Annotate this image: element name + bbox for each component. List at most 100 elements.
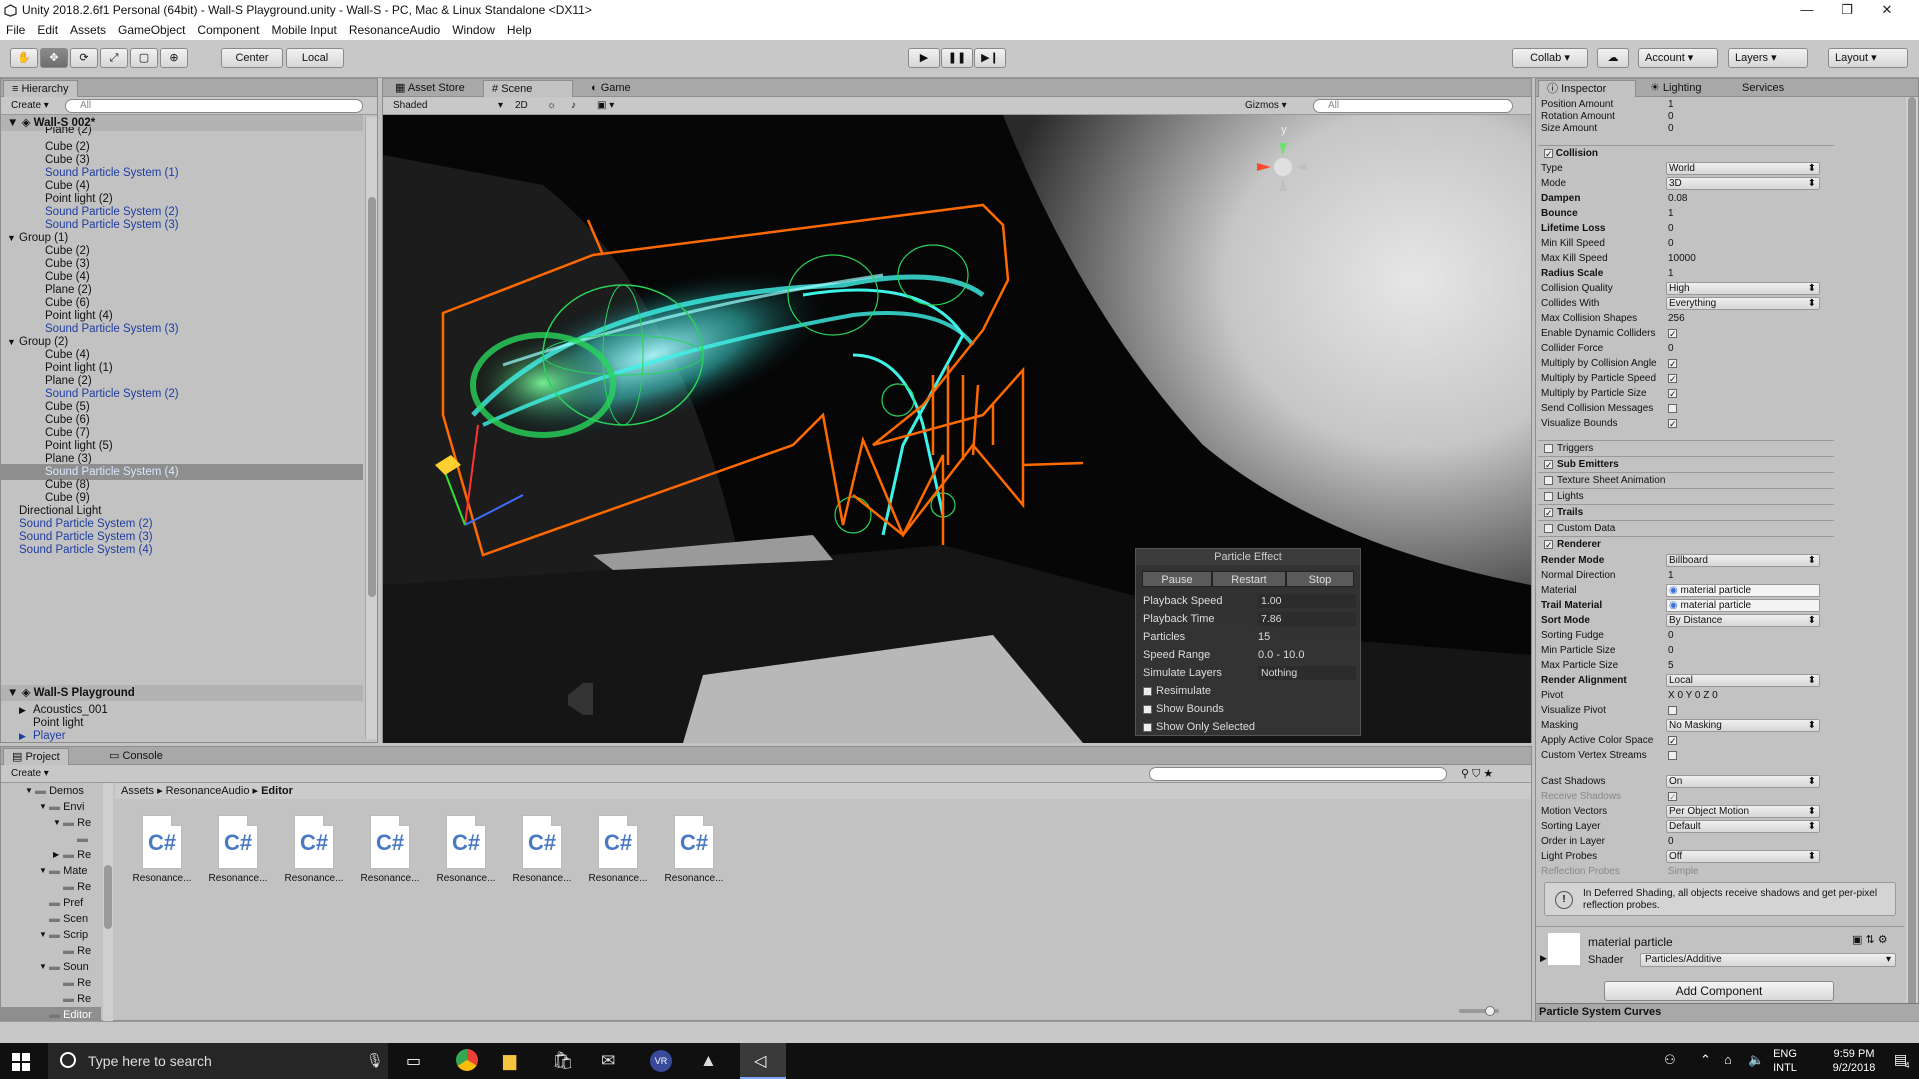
windows-start-icon[interactable] <box>12 1053 30 1071</box>
inspector-field[interactable]: Receive Shadows ✓ <box>1541 789 1826 804</box>
field-checkbox[interactable]: ✓ <box>1666 371 1820 386</box>
inspector-field[interactable]: Trail Material ◉ material particle <box>1541 598 1826 613</box>
field-value[interactable]: 10000 <box>1666 251 1820 266</box>
script-file-item[interactable]: C# Resonance... <box>278 815 350 884</box>
scene-search-input[interactable]: All <box>1313 99 1513 113</box>
tab-inspector[interactable]: ⓘ Inspector <box>1538 80 1636 97</box>
field-value[interactable]: 1 <box>1666 206 1820 221</box>
field-dropdown[interactable]: High ⬍ <box>1666 282 1820 295</box>
object-field[interactable]: ◉ material particle <box>1666 584 1820 597</box>
icon-size-slider[interactable] <box>1459 1006 1499 1016</box>
inspector-field[interactable]: Masking No Masking ⬍ <box>1541 718 1826 733</box>
inspector-field[interactable]: Multiply by Particle Speed ✓ <box>1541 371 1826 386</box>
inspector-field[interactable]: Max Kill Speed 10000 <box>1541 251 1826 266</box>
tab-hierarchy[interactable]: ≡ Hierarchy <box>3 80 78 97</box>
field-checkbox[interactable]: ✓ <box>1666 386 1820 401</box>
list-item[interactable]: Sound Particle System (4) <box>1 542 363 558</box>
particle-effect-check[interactable]: Show Bounds <box>1143 700 1348 718</box>
field-value[interactable]: 0 <box>1666 121 1820 136</box>
field-value[interactable]: 0 <box>1666 221 1820 236</box>
project-folder-item[interactable]: ▬ Pref <box>1 895 101 911</box>
particle-restart-button[interactable]: Restart <box>1212 571 1286 587</box>
checkbox[interactable]: ✓ <box>1668 358 1677 368</box>
project-folder-item[interactable]: ▼ ▬ Re <box>1 815 101 831</box>
transform-tool-button[interactable]: ⊕ <box>160 48 188 68</box>
field-dropdown[interactable]: Billboard ⬍ <box>1666 554 1820 567</box>
menu-item-mobile-input[interactable]: Mobile Input <box>265 20 342 40</box>
step-button[interactable]: ▶❙ <box>974 48 1006 68</box>
inspector-field[interactable]: Max Particle Size 5 <box>1541 658 1826 673</box>
store-taskbar-icon[interactable]: 🛍 <box>552 1051 574 1071</box>
tab-scene[interactable]: # Scene <box>483 80 573 97</box>
inspector-field[interactable]: Multiply by Collision Angle ✓ <box>1541 356 1826 371</box>
pause-button[interactable]: ❚❚ <box>941 48 973 68</box>
inspector-field[interactable]: Sort Mode By Distance ⬍ <box>1541 613 1826 628</box>
field-value[interactable]: 0 <box>1666 643 1820 658</box>
people-icon[interactable]: ⚇ <box>1664 1052 1676 1068</box>
project-create-dropdown[interactable]: Create ▾ <box>7 767 53 781</box>
clock[interactable]: 9:59 PM 9/2/2018 <box>1818 1047 1890 1075</box>
field-value[interactable]: 0 <box>1666 628 1820 643</box>
audio-toggle-icon[interactable]: ♪ <box>567 99 580 113</box>
tree-expand-arrow-icon[interactable]: ▼ <box>25 783 33 799</box>
expand-arrow-icon[interactable]: ▶ <box>1540 953 1547 964</box>
module-checkbox[interactable] <box>1544 491 1553 501</box>
module-header[interactable]: ✓ Sub Emitters <box>1538 456 1834 471</box>
field-value[interactable]: 0 <box>1666 341 1820 356</box>
field-value[interactable]: 0.08 <box>1666 191 1820 206</box>
tree-expand-arrow-icon[interactable]: ▼ <box>39 799 47 815</box>
field-value[interactable]: 0 <box>1666 236 1820 251</box>
module-checkbox[interactable]: ✓ <box>1544 539 1553 549</box>
tab-lighting[interactable]: ☀ Lighting <box>1642 80 1709 97</box>
field-dropdown[interactable]: Everything ⬍ <box>1666 297 1820 310</box>
scene-viewport[interactable]: y Particle Effect Pause Restart Stop Pla… <box>383 115 1531 743</box>
checkbox[interactable]: ✓ <box>1668 735 1677 745</box>
script-file-item[interactable]: C# Resonance... <box>202 815 274 884</box>
unity-taskbar-button[interactable]: ◁ <box>740 1043 786 1079</box>
breadcrumb-editor[interactable]: Editor <box>261 785 293 797</box>
inspector-field[interactable]: Motion Vectors Per Object Motion ⬍ <box>1541 804 1826 819</box>
tree-expand-arrow-icon[interactable]: ▼ <box>39 863 47 879</box>
field-dropdown[interactable]: 3D ⬍ <box>1666 177 1820 190</box>
list-item[interactable]: Plane (2) <box>1 127 363 137</box>
menu-item-window[interactable]: Window <box>446 20 501 40</box>
project-folder-item[interactable]: ▼ ▬ Soun <box>1 959 101 975</box>
filter-icons[interactable]: ⚲ ⛉ ★ <box>1461 767 1493 781</box>
checkbox[interactable]: ✓ <box>1668 791 1677 801</box>
tree-expand-arrow-icon[interactable]: ▼ <box>53 815 61 831</box>
checkbox[interactable]: ✓ <box>1668 388 1677 398</box>
breadcrumb-assets[interactable]: Assets <box>121 785 154 797</box>
file-explorer-icon[interactable]: ▆ <box>503 1051 516 1071</box>
breadcrumb-resonanceaudio[interactable]: ResonanceAudio <box>166 785 250 797</box>
field-dropdown[interactable]: No Masking ⬍ <box>1666 719 1820 732</box>
field-checkbox[interactable] <box>1666 401 1820 416</box>
script-file-item[interactable]: C# Resonance... <box>126 815 198 884</box>
inspector-field[interactable]: Normal Direction 1 <box>1541 568 1826 583</box>
project-folder-item[interactable]: ▼ ▬ Demos <box>1 783 101 799</box>
checkbox[interactable] <box>1668 705 1677 715</box>
project-folder-item[interactable]: ▬ Re <box>1 991 101 1007</box>
collab-dropdown[interactable]: Collab ▾ <box>1512 48 1588 68</box>
checkbox[interactable] <box>1668 750 1677 760</box>
tree-expand-arrow-icon[interactable]: ▶ <box>53 847 59 863</box>
chrome-icon[interactable] <box>456 1049 478 1071</box>
cloud-button[interactable]: ☁ <box>1597 48 1629 68</box>
menu-item-component[interactable]: Component <box>191 20 265 40</box>
tab-asset-store[interactable]: ▦ Asset Store <box>387 80 473 97</box>
inspector-field[interactable]: Collides With Everything ⬍ <box>1541 296 1826 311</box>
add-component-button[interactable]: Add Component <box>1604 981 1834 1001</box>
inspector-field[interactable]: Collision Quality High ⬍ <box>1541 281 1826 296</box>
particle-pause-button[interactable]: Pause <box>1142 571 1212 587</box>
project-folder-item[interactable]: ▬ Re <box>1 879 101 895</box>
module-header[interactable]: Texture Sheet Animation <box>1538 472 1834 487</box>
hierarchy-create-dropdown[interactable]: Create ▾ <box>7 99 53 113</box>
taskbar-search-box[interactable]: Type here to search 🎙 <box>48 1043 388 1079</box>
inspector-field[interactable]: Sorting Layer Default ⬍ <box>1541 819 1826 834</box>
tab-console[interactable]: ▭ Console <box>101 748 171 765</box>
hierarchy-scrollbar[interactable] <box>365 117 377 739</box>
tab-game[interactable]: ◐ Game <box>583 80 639 97</box>
input-language[interactable]: ENG INTL <box>1770 1047 1800 1075</box>
shading-mode-dropdown[interactable]: Shaded ▾ <box>389 99 507 113</box>
field-value[interactable]: 0 <box>1666 834 1820 849</box>
module-checkbox[interactable] <box>1544 523 1553 533</box>
